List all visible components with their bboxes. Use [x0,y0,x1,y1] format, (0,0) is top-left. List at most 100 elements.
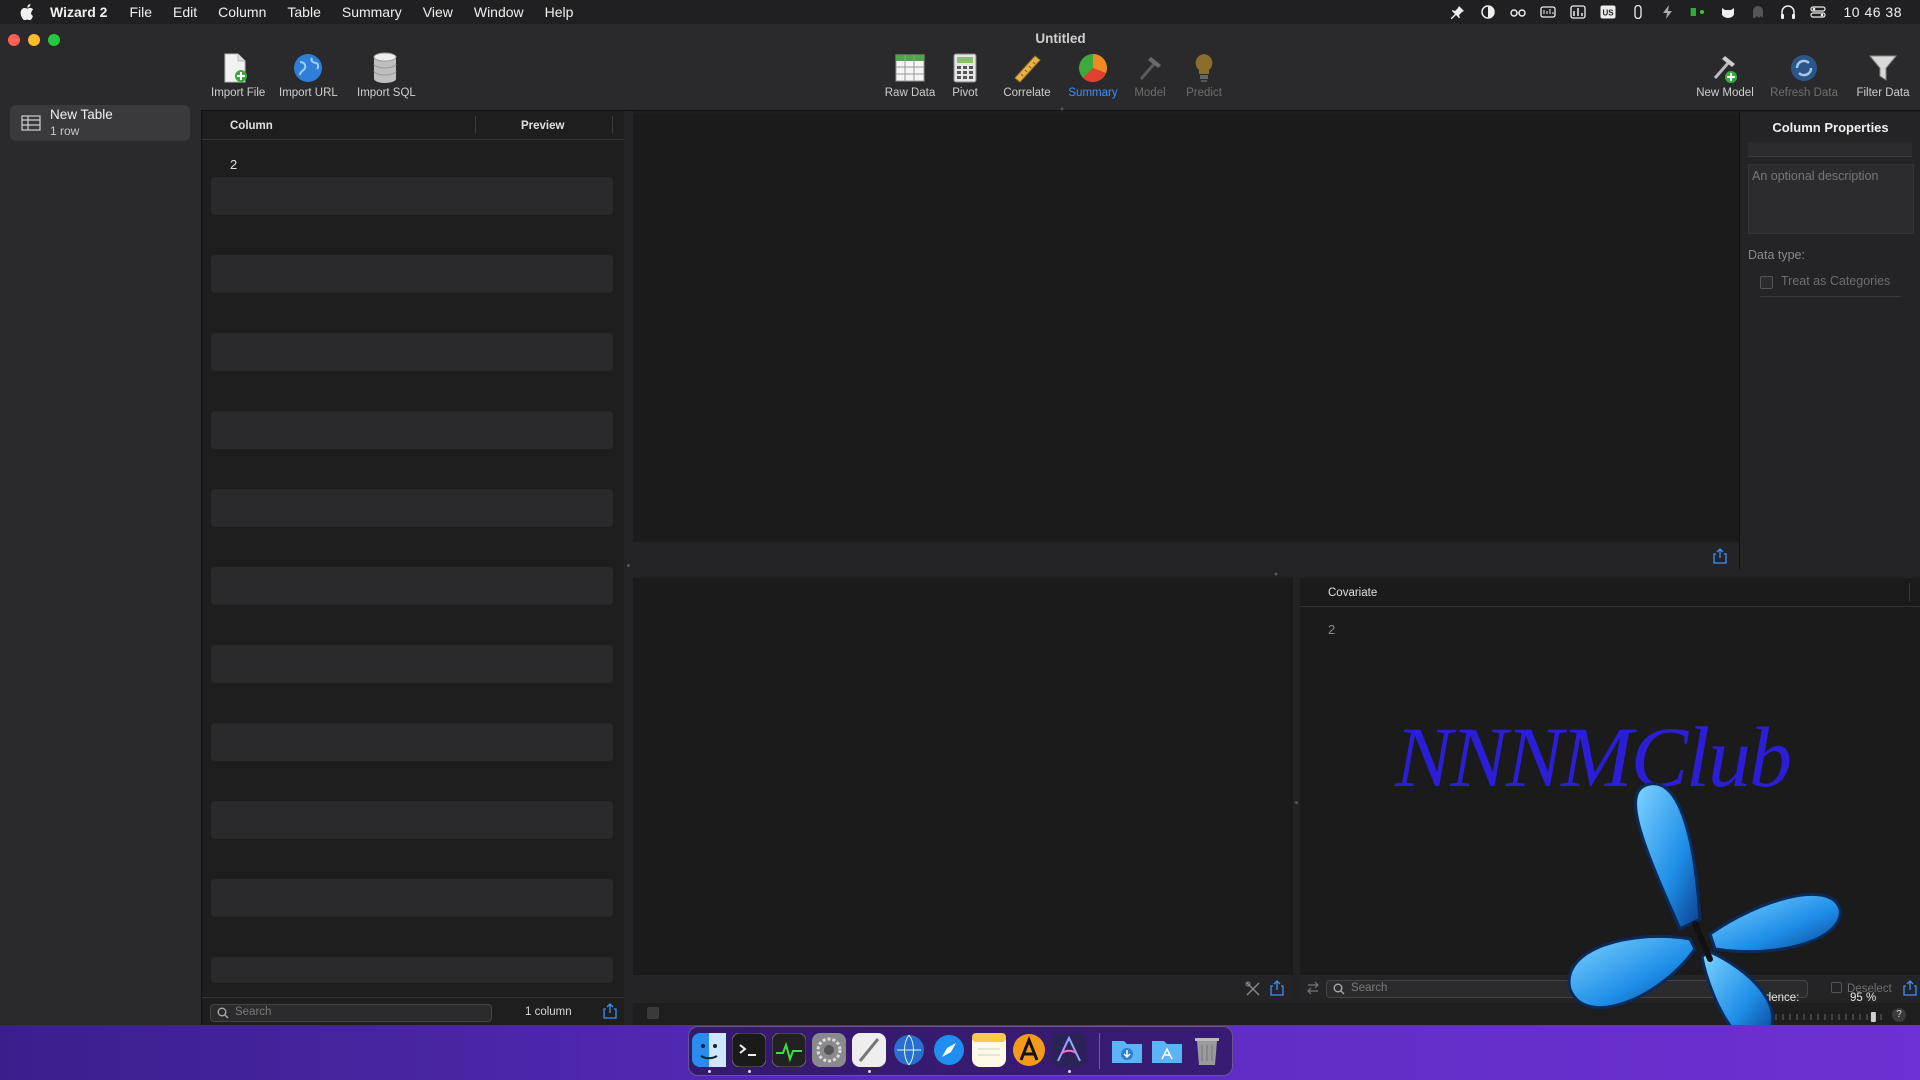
confidence-value: 95 % [1850,992,1877,1004]
terminal-icon[interactable] [731,1032,767,1068]
predict-button[interactable]: Predict [1182,51,1226,99]
header-divider [475,116,476,134]
raw-data-button[interactable]: Raw Data [884,51,936,99]
menu-help[interactable]: Help [545,4,574,20]
new-model-button[interactable]: New Model [1696,51,1754,99]
correlate-button[interactable]: Correlate [1002,51,1052,99]
input-source-icon[interactable]: US [1600,5,1616,19]
ghost-icon[interactable] [1750,5,1766,19]
menu-view[interactable]: View [423,4,453,20]
split-view-divider[interactable] [1293,578,1300,1025]
tools-icon[interactable] [1245,981,1260,997]
treat-as-categories-checkbox[interactable] [1760,276,1773,289]
apple-menu-icon[interactable] [20,4,34,20]
import-url-label: Import URL [279,87,338,99]
menu-file[interactable]: File [129,4,152,20]
swap-icon[interactable] [1306,981,1320,997]
stats-icon[interactable] [1569,5,1586,19]
column-header[interactable]: Column [230,120,273,132]
sidebar-item-new-table[interactable]: New Table 1 row [10,105,190,141]
divider [1760,296,1900,297]
control-center-icon[interactable] [1809,5,1826,19]
refresh-data-button[interactable]: Refresh Data [1769,51,1839,99]
covariate-header-label[interactable]: Covariate [1328,587,1377,599]
search-icon [217,1007,229,1022]
system-settings-icon[interactable] [812,1033,846,1067]
status-menu-extras: US 10 46 38 [1450,0,1903,24]
network-icon[interactable] [892,1033,926,1067]
toggle-button[interactable] [647,1007,659,1019]
downloads-folder-icon[interactable] [1110,1033,1144,1067]
window-close-button[interactable] [8,34,20,46]
description-field[interactable]: An optional description [1748,164,1914,234]
database-icon [368,51,402,85]
window-zoom-button[interactable] [48,34,60,46]
trash-icon[interactable] [1190,1033,1224,1067]
covariate-item[interactable]: 2 [1328,622,1335,637]
script-editor-icon[interactable] [852,1033,886,1067]
import-file-icon [218,51,252,85]
headphones-icon[interactable] [1780,5,1796,19]
app-menu[interactable]: Wizard 2 [50,4,107,20]
share-icon[interactable] [1270,980,1284,996]
column-count: 1 column [525,1006,572,1018]
globe-icon [291,51,325,85]
cat-icon[interactable] [1720,5,1736,19]
column-name-field[interactable] [1748,142,1912,157]
lightbulb-icon [1187,51,1221,85]
column-name[interactable]: 2 [230,157,237,172]
help-button[interactable]: ? [1892,1008,1906,1022]
battery-status-icon[interactable] [1690,5,1706,19]
column-preview-placeholder [211,333,613,371]
cpu-icon[interactable] [1539,5,1556,19]
pivot-label: Pivot [952,87,978,99]
table-row-count: 1 row [50,124,80,138]
menu-table[interactable]: Table [287,4,320,20]
column-properties-title: Column Properties [1772,120,1889,135]
share-icon[interactable] [603,1003,617,1019]
menu-window[interactable]: Window [474,4,524,20]
new-model-label: New Model [1696,87,1754,99]
pivot-button[interactable]: Pivot [947,51,983,99]
wizard-app-icon[interactable] [1052,1033,1086,1067]
summary-button[interactable]: Summary [1067,51,1119,99]
split-view-divider[interactable] [624,111,633,1025]
summary-stats-footer [633,975,1293,1003]
dock [688,1026,1233,1076]
import-sql-label: Import SQL [357,87,416,99]
notes-icon[interactable] [972,1033,1006,1067]
column-search-field[interactable]: Search [210,1004,492,1022]
summary-label: Summary [1068,87,1118,99]
model-label: Model [1134,87,1166,99]
window-minimize-button[interactable] [28,34,40,46]
filter-data-button[interactable]: Filter Data [1853,51,1913,99]
pin-icon[interactable] [1450,5,1466,19]
import-file-button[interactable]: Import File [211,51,265,99]
covariate-header: Covariate [1300,578,1920,607]
pie-chart-icon [1076,51,1110,85]
import-sql-button[interactable]: Import SQL [357,51,416,99]
toolbar-split-handle[interactable] [1059,107,1065,111]
app-window: New Table 1 row Untitled Import File Imp… [0,24,1920,1045]
share-icon[interactable] [1713,548,1727,564]
menu-column[interactable]: Column [218,4,266,20]
horizontal-split-divider[interactable] [633,570,1920,578]
finder-icon[interactable] [692,1033,726,1067]
glasses-icon[interactable] [1509,5,1526,19]
preview-header[interactable]: Preview [521,120,564,132]
app-store-icon[interactable] [1012,1033,1046,1067]
menu-edit[interactable]: Edit [173,4,197,20]
model-button[interactable]: Model [1130,51,1170,99]
bolt-icon[interactable] [1660,5,1676,19]
contrast-icon[interactable] [1480,5,1496,19]
column-preview-placeholder [211,177,613,215]
mouse-icon[interactable] [1630,5,1646,19]
activity-monitor-icon[interactable] [771,1032,807,1068]
raw-data-label: Raw Data [884,87,936,99]
import-url-button[interactable]: Import URL [279,51,338,99]
menu-summary[interactable]: Summary [342,4,402,20]
safari-icon[interactable] [932,1033,966,1067]
ruler-icon [1010,51,1044,85]
applications-folder-icon[interactable] [1150,1033,1184,1067]
menu-clock[interactable]: 10 46 38 [1844,4,1903,20]
